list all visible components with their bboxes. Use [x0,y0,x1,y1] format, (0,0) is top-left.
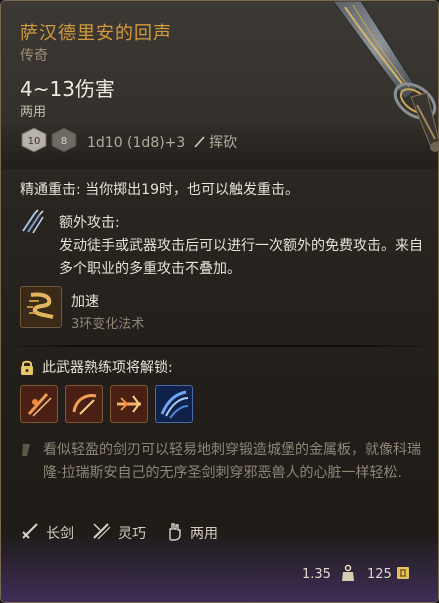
proficiency-actions [20,385,220,425]
tag-longsword-label: 长剑 [46,526,74,542]
lore-text: 看似轻盈的剑刃可以轻易地刺穿锻造城堡的金属板，就像科瑞隆·拉瑞斯安自己的无序圣剑… [43,442,421,481]
proficiency-action-2-icon[interactable] [65,385,103,423]
proficiency-action-4-icon[interactable] [155,385,193,423]
damage-dice: 1d10 (1d8)+3 挥砍 [87,132,237,152]
extra-attack-description: 发动徒手或武器攻击后可以进行一次额外的免费攻击。来自多个职业的多重攻击不叠加。 [59,238,423,277]
weapon-tags: 长剑 灵巧 两用 [20,520,320,544]
haste-icon [27,292,54,319]
extra-attack-icon [22,209,44,234]
quote-mark-icon [22,444,30,456]
spell-name: 加速 [71,294,99,310]
finesse-icon [93,523,111,540]
item-rarity: 传奇 [20,48,48,64]
damage-dice-value: 1d10 (1d8)+3 [87,135,186,151]
proficiency-action-3-icon[interactable] [110,385,148,423]
extra-attack-title: 额外攻击: [59,215,120,231]
proficiency-header-text: 此武器熟练项将解锁: [42,360,173,376]
weight-value: 1.35 [302,567,331,582]
longsword-icon [22,523,38,539]
price-value: 125 [367,567,392,582]
weight-icon [342,564,354,581]
lock-icon [21,360,33,375]
dice-icon: 10 8 [21,127,77,153]
critical-property: 精通重击: 当你掷出19时，也可以触发重击。 [20,182,299,198]
gold-coin-icon [397,567,409,579]
versatile-hand-icon [169,523,181,541]
tag-versatile-label: 两用 [190,526,218,542]
haste-spell-icon[interactable] [20,286,62,328]
proficiency-action-1-icon[interactable] [20,385,58,423]
damage-type: 挥砍 [209,135,238,151]
tag-finesse-label: 灵巧 [118,526,146,542]
item-tooltip: 萨汉德里安的回声 传奇 4~13伤害 两用 10 8 1d10 (1d8)+3 … [0,0,439,603]
die-d10-label: 10 [28,136,41,147]
item-name: 萨汉德里安的回声 [20,23,172,44]
handedness-label: 两用 [20,105,47,120]
section-divider [1,345,438,347]
damage-range: 4~13伤害 [20,77,115,101]
slashing-icon [194,136,205,148]
die-d8-label: 8 [61,136,67,147]
spell-level: 3环变化法术 [71,317,145,332]
sword-icon [332,1,438,152]
